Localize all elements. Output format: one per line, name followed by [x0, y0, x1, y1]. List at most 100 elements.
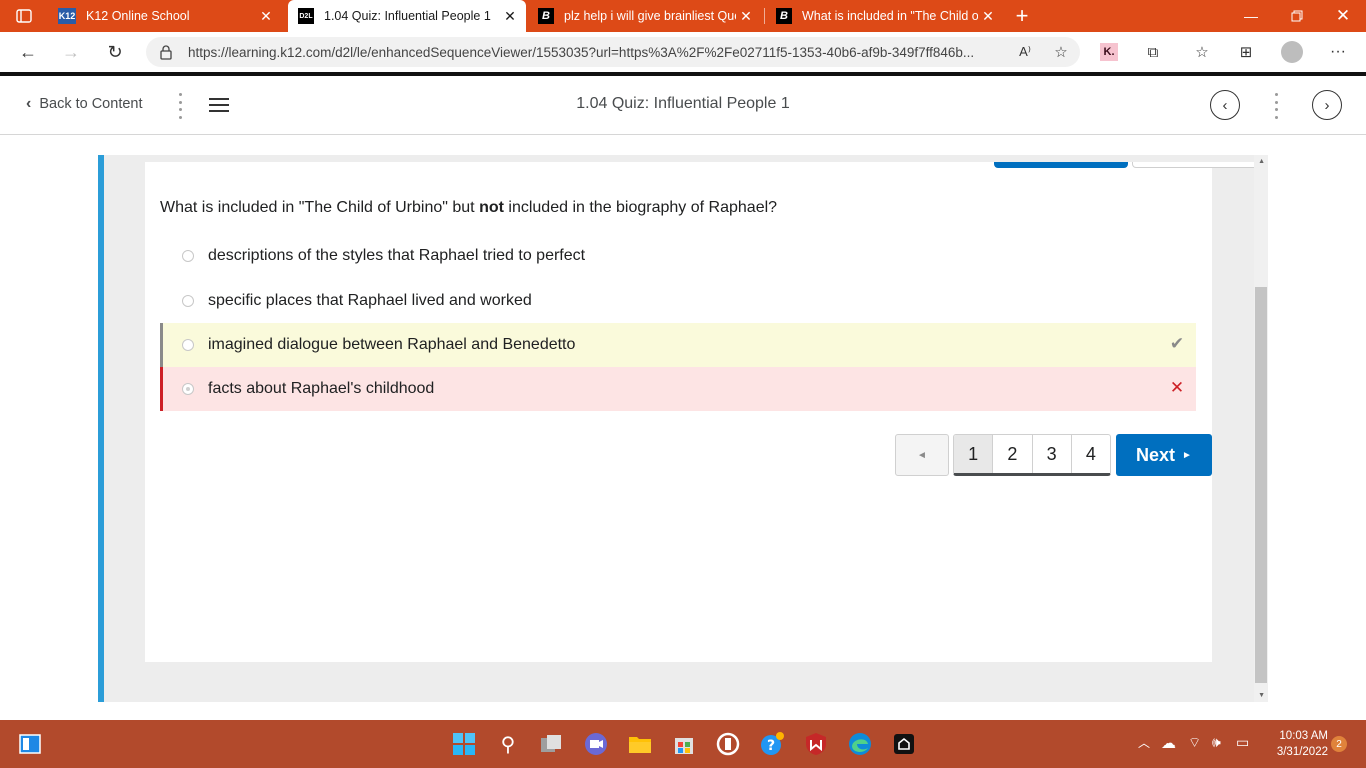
app-circle-icon — [716, 732, 740, 756]
close-window-button[interactable]: ✕ — [1320, 0, 1366, 32]
help-app-button[interactable]: ? — [758, 730, 786, 758]
puzzle-icon: ⧉ — [1147, 43, 1159, 61]
page-title: 1.04 Quiz: Influential People 1 — [576, 95, 790, 112]
favorites-button[interactable]: ☆ — [1190, 40, 1214, 64]
viewer-scrollbar[interactable]: ▲ ▼ — [1254, 155, 1268, 702]
battery-icon[interactable]: ▭ — [1236, 734, 1249, 751]
back-button[interactable]: ← — [14, 38, 42, 66]
page-2-button[interactable]: 2 — [993, 435, 1033, 473]
previous-topic-button[interactable]: ‹ — [1210, 90, 1240, 120]
read-aloud-button[interactable]: A⁾ — [1013, 40, 1037, 64]
minimize-button[interactable]: — — [1228, 0, 1274, 32]
answer-option-correct[interactable]: imagined dialogue between Raphael and Be… — [160, 323, 1196, 367]
address-bar[interactable]: https://learning.k12.com/d2l/le/enhanced… — [146, 37, 1080, 67]
notification-badge[interactable]: 2 — [1331, 736, 1347, 752]
triangle-left-icon: ◄ — [917, 449, 927, 461]
k12-favicon-icon: K12 — [58, 8, 76, 24]
arrow-left-icon: ← — [19, 41, 37, 62]
tab-brainly-question[interactable]: B plz help i will give brainliest Que ✕ — [530, 0, 762, 32]
task-view-app-button[interactable] — [538, 730, 566, 758]
restore-button[interactable] — [1274, 0, 1320, 32]
close-tab-icon[interactable]: ✕ — [736, 8, 756, 25]
radio-button[interactable] — [182, 295, 194, 307]
tab-quiz-active[interactable]: D2L 1.04 Quiz: Influential People 1 ✕ — [288, 0, 526, 32]
app-button[interactable] — [890, 730, 918, 758]
teams-chat-button[interactable] — [582, 730, 610, 758]
avatar — [1281, 41, 1303, 63]
incorrect-x-icon: ✕ — [1169, 378, 1185, 397]
chat-icon — [585, 733, 607, 755]
tab-title: What is included in "The Child of — [802, 9, 978, 23]
tray-overflow-icon[interactable]: ︿ — [1138, 734, 1150, 751]
settings-menu-button[interactable]: ··· — [1326, 40, 1350, 64]
task-view-icon — [541, 735, 561, 752]
page-4-button[interactable]: 4 — [1072, 435, 1110, 473]
profile-button[interactable] — [1280, 40, 1304, 64]
task-view-button[interactable] — [16, 730, 44, 758]
minimize-icon: — — [1244, 8, 1258, 24]
radio-button[interactable] — [182, 339, 194, 351]
edge-browser-button[interactable] — [846, 730, 874, 758]
system-clock[interactable]: 10:03 AM 3/31/2022 — [1262, 728, 1328, 760]
task-view-icon — [19, 734, 41, 754]
file-explorer-button[interactable] — [626, 730, 654, 758]
back-to-content-link[interactable]: ‹ Back to Content — [26, 95, 143, 113]
k12-extension-button[interactable]: K. — [1097, 40, 1121, 64]
star-add-icon: ☆ — [1054, 44, 1068, 61]
onedrive-icon[interactable]: ☁ — [1161, 734, 1176, 752]
back-to-content-label: Back to Content — [39, 96, 143, 112]
read-aloud-icon: A⁾ — [1019, 44, 1031, 59]
answer-option[interactable]: descriptions of the styles that Raphael … — [160, 234, 1196, 278]
answer-option-incorrect[interactable]: facts about Raphael's childhood ✕ — [160, 367, 1196, 411]
plus-icon: + — [1015, 3, 1029, 28]
tab-actions-button[interactable] — [10, 0, 38, 32]
clock-date: 3/31/2022 — [1276, 746, 1328, 758]
extensions-button[interactable]: ⧉ — [1141, 40, 1165, 64]
k12-extension-icon: K. — [1100, 43, 1118, 61]
answer-option[interactable]: specific places that Raphael lived and w… — [160, 279, 1196, 323]
windows-taskbar: ⚲ ? ︿ ☁ ⌔ 🕪 ▭ 10:03 AM 3/31/2022 2 — [0, 720, 1366, 768]
scroll-up-icon[interactable]: ▲ — [1258, 158, 1265, 165]
scroll-down-icon[interactable]: ▼ — [1258, 692, 1265, 699]
scroll-thumb[interactable] — [1255, 287, 1267, 683]
tab-title: 1.04 Quiz: Influential People 1 — [324, 9, 491, 23]
tab-k12-online-school[interactable]: K12 K12 Online School ✕ — [56, 0, 282, 32]
previous-page-button[interactable]: ◄ — [895, 434, 949, 476]
radio-button[interactable] — [182, 250, 194, 262]
mcafee-button[interactable] — [802, 730, 830, 758]
search-button[interactable]: ⚲ — [494, 730, 522, 758]
home-outline-icon — [894, 734, 914, 754]
tab-title: plz help i will give brainliest Que — [564, 9, 736, 23]
app-button[interactable] — [714, 730, 742, 758]
favorite-button[interactable]: ☆ — [1049, 40, 1073, 64]
browser-tab-strip: K12 K12 Online School ✕ D2L 1.04 Quiz: I… — [0, 0, 1366, 32]
close-tab-icon[interactable]: ✕ — [256, 8, 276, 25]
start-button[interactable] — [450, 730, 478, 758]
next-topic-button[interactable]: › — [1312, 90, 1342, 120]
answer-option-text: specific places that Raphael lived and w… — [208, 292, 532, 309]
radio-button-selected[interactable] — [182, 383, 194, 395]
close-tab-icon[interactable]: ✕ — [978, 8, 998, 25]
store-icon — [675, 738, 693, 754]
viewer-accent-edge — [98, 155, 104, 702]
submit-button-partial[interactable] — [994, 162, 1128, 168]
table-of-contents-button[interactable] — [209, 98, 229, 112]
answer-option-text: descriptions of the styles that Raphael … — [208, 247, 586, 264]
forward-button[interactable]: → — [57, 38, 85, 66]
page-3-button[interactable]: 3 — [1033, 435, 1072, 473]
secondary-button-partial[interactable] — [1132, 162, 1259, 168]
refresh-button[interactable]: ↻ — [101, 38, 129, 66]
collections-button[interactable]: ⊞ — [1234, 40, 1258, 64]
lock-icon[interactable] — [158, 44, 174, 60]
store-button[interactable] — [670, 730, 698, 758]
tab-brainly-answer[interactable]: B What is included in "The Child of ✕ — [768, 0, 1004, 32]
volume-icon[interactable]: 🕪 — [1212, 734, 1221, 751]
new-tab-button[interactable]: + — [1008, 0, 1036, 32]
nav-divider — [177, 93, 183, 119]
brainly-favicon-icon: B — [776, 8, 792, 24]
next-label: Next — [1136, 444, 1176, 465]
close-tab-icon[interactable]: ✕ — [500, 8, 520, 25]
page-1-button[interactable]: 1 — [954, 435, 994, 473]
next-page-button[interactable]: Next ► — [1116, 434, 1212, 476]
wifi-icon[interactable]: ⌔ — [1188, 734, 1201, 752]
